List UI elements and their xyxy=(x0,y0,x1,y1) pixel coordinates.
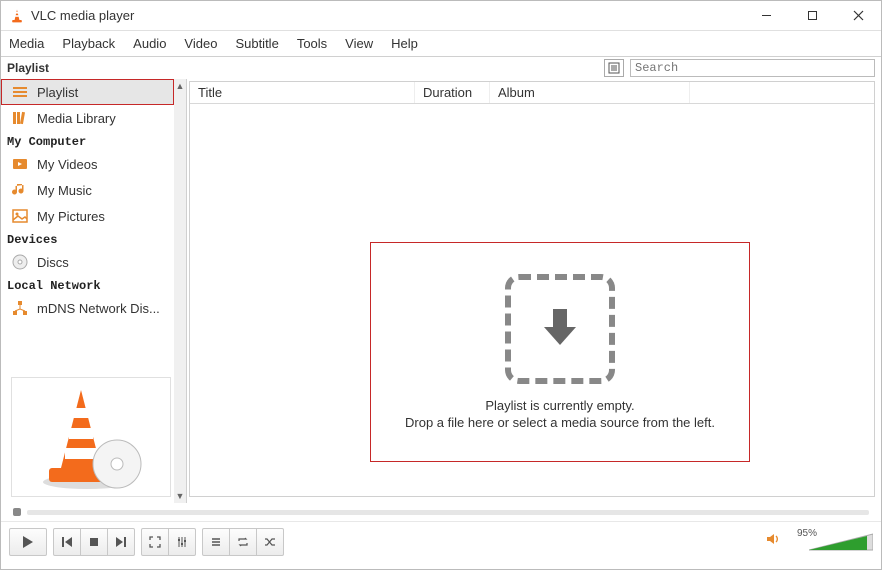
playlist-content: Title Duration Album Playlist is current… xyxy=(189,81,875,497)
pictures-icon xyxy=(11,207,29,225)
disc-icon xyxy=(11,253,29,271)
playlist-toggle-button[interactable] xyxy=(202,528,230,556)
sidebar-section-local-network: Local Network xyxy=(1,275,174,295)
sidebar-item-label: Playlist xyxy=(37,85,78,100)
menu-subtitle[interactable]: Subtitle xyxy=(235,36,278,51)
sidebar-item-my-music[interactable]: My Music xyxy=(1,177,174,203)
menu-tools[interactable]: Tools xyxy=(297,36,327,51)
loop-button[interactable] xyxy=(229,528,257,556)
video-icon xyxy=(11,155,29,173)
volume-control[interactable]: 95% xyxy=(765,531,873,552)
fullscreen-button[interactable] xyxy=(141,528,169,556)
sidebar-item-my-pictures[interactable]: My Pictures xyxy=(1,203,174,229)
preview-art xyxy=(11,377,171,497)
sidebar-section-devices: Devices xyxy=(1,229,174,249)
previous-button[interactable] xyxy=(53,528,81,556)
volume-percent: 95% xyxy=(797,528,817,539)
extended-settings-button[interactable] xyxy=(168,528,196,556)
scroll-down-icon[interactable]: ▼ xyxy=(174,489,186,503)
menu-audio[interactable]: Audio xyxy=(133,36,166,51)
sidebar-item-mdns[interactable]: mDNS Network Dis... xyxy=(1,295,174,321)
volume-slider[interactable] xyxy=(809,532,873,552)
playback-controls: 95% xyxy=(1,521,881,561)
shuffle-button[interactable] xyxy=(256,528,284,556)
speaker-icon[interactable] xyxy=(765,531,781,552)
menu-playback[interactable]: Playback xyxy=(62,36,115,51)
search-input[interactable] xyxy=(630,59,875,77)
network-icon xyxy=(11,299,29,317)
close-button[interactable] xyxy=(835,1,881,31)
sidebar-item-label: Media Library xyxy=(37,111,116,126)
sidebar-item-label: mDNS Network Dis... xyxy=(37,301,160,316)
sidebar-item-media-library[interactable]: Media Library xyxy=(1,105,174,131)
menu-view[interactable]: View xyxy=(345,36,373,51)
column-headers: Title Duration Album xyxy=(190,82,874,104)
drop-target-icon xyxy=(505,274,615,384)
sidebar-item-playlist[interactable]: Playlist xyxy=(1,79,174,105)
download-arrow-icon xyxy=(536,303,584,356)
menu-media[interactable]: Media xyxy=(9,36,44,51)
dropzone-text-2: Drop a file here or select a media sourc… xyxy=(405,415,715,430)
next-button[interactable] xyxy=(107,528,135,556)
sidebar-item-my-videos[interactable]: My Videos xyxy=(1,151,174,177)
sidebar-scrollbar[interactable]: ▲ ▼ xyxy=(174,79,186,503)
music-icon xyxy=(11,181,29,199)
seek-handle-icon[interactable] xyxy=(13,508,21,516)
playlist-toolbar: Playlist xyxy=(1,57,881,79)
column-album[interactable]: Album xyxy=(490,82,690,103)
minimize-button[interactable] xyxy=(743,1,789,31)
seek-bar[interactable] xyxy=(1,503,881,521)
sidebar-item-label: My Pictures xyxy=(37,209,105,224)
play-button[interactable] xyxy=(9,528,47,556)
playlist-view-button[interactable] xyxy=(604,59,624,77)
stop-button[interactable] xyxy=(80,528,108,556)
pane-title: Playlist xyxy=(7,61,177,75)
sidebar: Playlist Media Library My Computer My Vi… xyxy=(1,79,187,503)
column-title[interactable]: Title xyxy=(190,82,415,103)
sidebar-item-label: My Videos xyxy=(37,157,97,172)
sidebar-item-label: My Music xyxy=(37,183,92,198)
titlebar: VLC media player xyxy=(1,1,881,31)
scroll-up-icon[interactable]: ▲ xyxy=(174,79,186,93)
sidebar-item-discs[interactable]: Discs xyxy=(1,249,174,275)
maximize-button[interactable] xyxy=(789,1,835,31)
column-duration[interactable]: Duration xyxy=(415,82,490,103)
menubar: Media Playback Audio Video Subtitle Tool… xyxy=(1,31,881,57)
seek-track[interactable] xyxy=(27,510,869,515)
sidebar-item-label: Discs xyxy=(37,255,69,270)
playlist-icon xyxy=(11,83,29,101)
window-title: VLC media player xyxy=(31,8,134,23)
sidebar-section-my-computer: My Computer xyxy=(1,131,174,151)
vlc-cone-icon xyxy=(9,8,25,24)
menu-video[interactable]: Video xyxy=(184,36,217,51)
dropzone-text-1: Playlist is currently empty. xyxy=(485,398,634,413)
empty-playlist-dropzone[interactable]: Playlist is currently empty. Drop a file… xyxy=(370,242,750,462)
library-icon xyxy=(11,109,29,127)
menu-help[interactable]: Help xyxy=(391,36,418,51)
